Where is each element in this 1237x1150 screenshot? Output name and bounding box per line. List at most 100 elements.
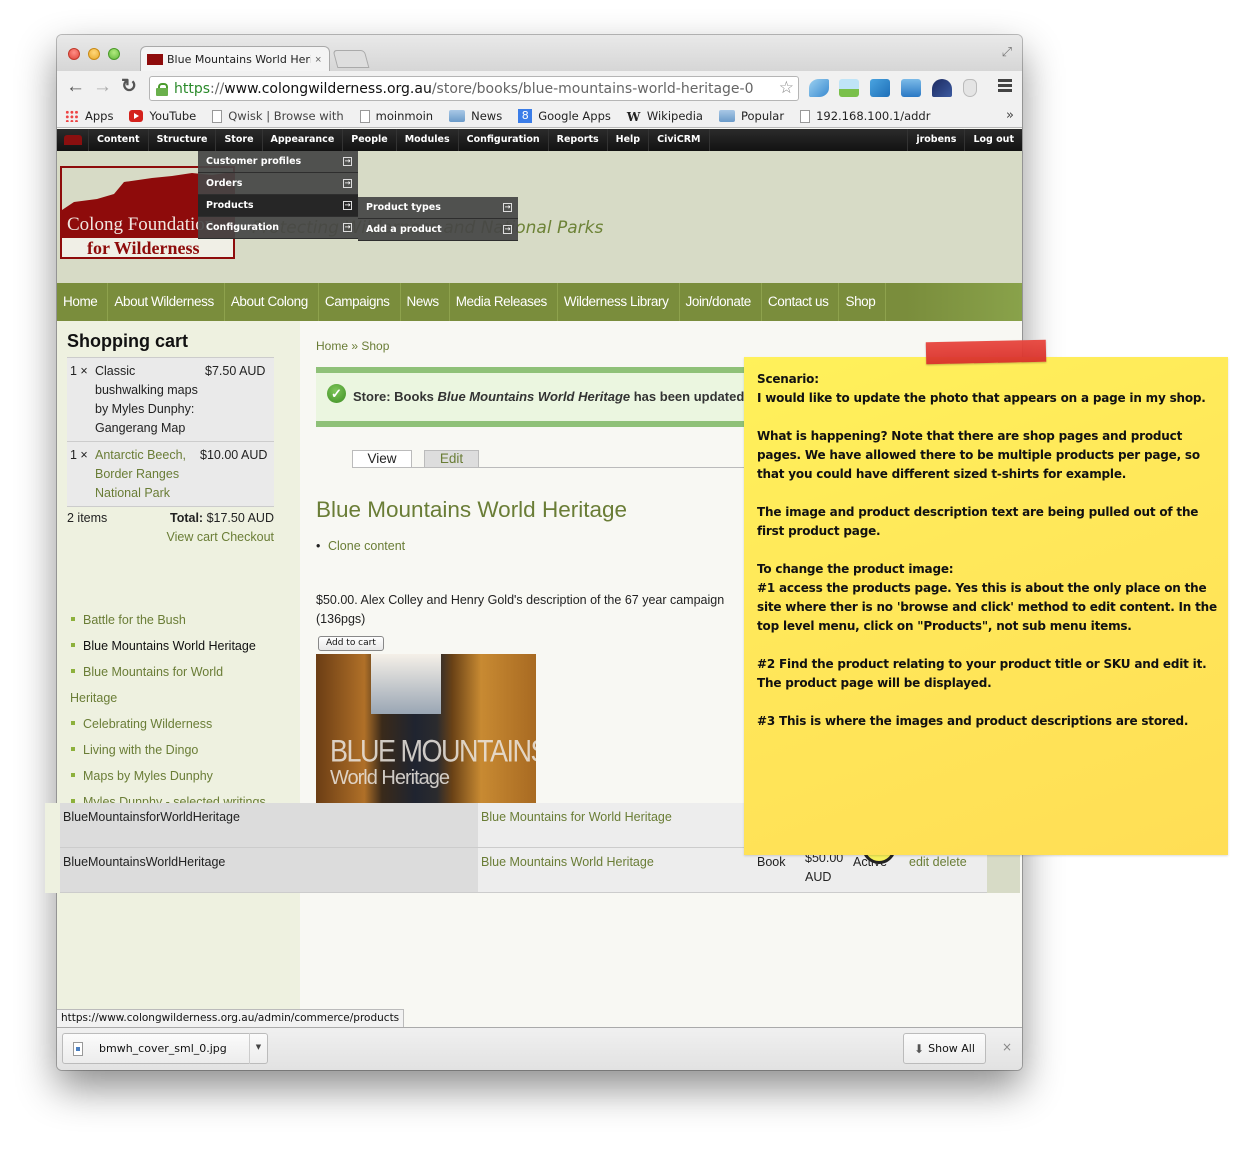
twitter-extension-icon[interactable] xyxy=(809,79,829,97)
admin-menu-help[interactable]: Help xyxy=(608,129,650,151)
admin-menu-structure[interactable]: Structure xyxy=(149,129,217,151)
bookmark-apps[interactable]: Apps xyxy=(65,109,113,123)
screenshot-extension-icon[interactable] xyxy=(901,79,921,97)
admin-logout-link[interactable]: Log out xyxy=(964,129,1022,151)
fullscreen-icon[interactable]: ⤢ xyxy=(1002,44,1012,60)
new-tab-button[interactable] xyxy=(332,50,370,68)
bookmark-star-icon[interactable]: ☆ xyxy=(779,78,794,98)
submenu-arrow-icon: → xyxy=(503,225,512,234)
folder-icon xyxy=(449,110,466,122)
url-host: www.colongwilderness.org.au xyxy=(224,80,432,97)
admin-menu-store[interactable]: Store xyxy=(216,129,263,151)
download-item[interactable]: bmwh_cover_sml_0.jpg ▼ xyxy=(62,1033,268,1064)
bookmark-popular[interactable]: Popular xyxy=(718,109,784,123)
admin-menu-reports[interactable]: Reports xyxy=(549,129,608,151)
admin-menu-content[interactable]: Content xyxy=(89,129,149,151)
nav-campaigns[interactable]: Campaigns xyxy=(319,283,401,321)
nav-wilderness-library[interactable]: Wilderness Library xyxy=(558,283,680,321)
cart-item-link[interactable]: Antarctic Beech, Border Ranges National … xyxy=(95,446,200,503)
admin-user-link[interactable]: jrobens xyxy=(907,129,964,151)
cart-actions: View cart Checkout xyxy=(67,528,274,547)
nav-shop[interactable]: Shop xyxy=(839,283,887,321)
product-description: $50.00. Alex Colley and Henry Gold's des… xyxy=(316,593,725,626)
menu-item-product-types[interactable]: Product types → xyxy=(358,197,518,219)
product-title-link[interactable]: Blue Mountains for World Heritage xyxy=(478,803,754,847)
bookmark-label: YouTube xyxy=(149,109,197,123)
menu-item-add-product[interactable]: Add a product → xyxy=(358,219,518,241)
category-link-continued[interactable]: Heritage xyxy=(70,685,295,711)
menu-item-store-configuration[interactable]: Configuration → xyxy=(198,217,358,239)
show-all-downloads-button[interactable]: ⬇ Show All xyxy=(903,1033,986,1064)
bookmark-youtube[interactable]: YouTube xyxy=(129,109,196,123)
page-icon xyxy=(212,109,223,123)
bookmark-router[interactable]: 192.168.100.1/addr xyxy=(800,109,930,123)
product-title-link[interactable]: Blue Mountains World Heritage xyxy=(478,848,754,892)
admin-menu-appearance[interactable]: Appearance xyxy=(263,129,344,151)
status-suffix: has been updated. xyxy=(630,389,748,404)
note-what-is-happening: What is happening? Note that there are s… xyxy=(757,429,1200,481)
category-link[interactable]: Living with the Dingo xyxy=(70,737,295,763)
address-bar[interactable]: https://www.colongwilderness.org.au/stor… xyxy=(149,76,799,101)
title-bar: Blue Mountains World Heri × ⤢ xyxy=(57,35,1022,72)
more-bookmarks-chevron-icon[interactable]: » xyxy=(1006,108,1014,123)
menu-item-customer-profiles[interactable]: Customer profiles → xyxy=(198,151,358,173)
tab-edit[interactable]: Edit xyxy=(424,450,479,467)
nav-contact-us[interactable]: Contact us xyxy=(762,283,840,321)
speedometer-extension-icon[interactable] xyxy=(932,79,952,97)
nav-join-donate[interactable]: Join/donate xyxy=(680,283,762,321)
admin-menu-bar: Content Structure Store Appearance Peopl… xyxy=(57,129,1022,151)
hamburger-menu-icon[interactable] xyxy=(998,79,1012,92)
tab-close-icon[interactable]: × xyxy=(315,54,321,66)
close-window-button[interactable] xyxy=(68,48,80,60)
checkout-link[interactable]: Checkout xyxy=(221,530,274,544)
bookmark-google-apps[interactable]: 8 Google Apps xyxy=(518,109,611,123)
tab-view[interactable]: View xyxy=(352,450,412,467)
browser-tab[interactable]: Blue Mountains World Heri × xyxy=(140,46,330,72)
bookmark-qwisk[interactable]: Qwisk | Browse with xyxy=(212,109,344,123)
admin-menu-civicrm[interactable]: CiviCRM xyxy=(649,129,710,151)
reload-icon[interactable]: ↻ xyxy=(121,77,137,97)
forward-arrow-icon[interactable]: → xyxy=(93,77,112,97)
menu-item-products[interactable]: Products → xyxy=(198,195,358,217)
minimize-window-button[interactable] xyxy=(88,48,100,60)
nav-about-wilderness[interactable]: About Wilderness xyxy=(108,283,225,321)
clone-content-link[interactable]: Clone content xyxy=(316,539,405,553)
weather-extension-icon[interactable] xyxy=(839,79,859,97)
zoom-window-button[interactable] xyxy=(108,48,120,60)
bookmark-moinmoin[interactable]: moinmoin xyxy=(359,109,433,123)
category-link[interactable]: Battle for the Bush xyxy=(70,607,295,633)
breadcrumb[interactable]: Home » Shop xyxy=(316,339,389,353)
admin-menu-modules[interactable]: Modules xyxy=(397,129,459,151)
edit-product-link[interactable]: edit xyxy=(909,855,929,869)
wikipedia-icon: W xyxy=(626,110,641,124)
nav-home[interactable]: Home xyxy=(57,283,109,321)
delete-product-link[interactable]: delete xyxy=(933,855,967,869)
category-link[interactable]: Celebrating Wilderness xyxy=(70,711,295,737)
logo-text-line2: for Wilderness xyxy=(87,238,200,258)
apps-grid-icon xyxy=(65,110,79,122)
bookmark-wikipedia[interactable]: W Wikipedia xyxy=(626,109,703,124)
favicon-icon xyxy=(147,54,163,65)
sticky-note: Scenario: I would like to update the pho… xyxy=(744,357,1228,855)
bookmark-news[interactable]: News xyxy=(449,109,502,123)
download-options-caret-icon[interactable]: ▼ xyxy=(249,1033,267,1064)
category-link-current[interactable]: Blue Mountains World Heritage xyxy=(70,633,295,659)
category-link[interactable]: Blue Mountains for World xyxy=(70,659,295,685)
nav-news[interactable]: News xyxy=(401,283,450,321)
nav-media-releases[interactable]: Media Releases xyxy=(450,283,558,321)
back-arrow-icon[interactable]: ← xyxy=(66,77,85,97)
show-all-label: Show All xyxy=(928,1042,975,1055)
admin-menu-people[interactable]: People xyxy=(343,129,397,151)
admin-menu-configuration[interactable]: Configuration xyxy=(459,129,549,151)
menu-item-orders[interactable]: Orders → xyxy=(198,173,358,195)
add-to-cart-button[interactable]: Add to cart xyxy=(318,636,384,651)
category-link[interactable]: Maps by Myles Dunphy xyxy=(70,763,295,789)
page-title: Blue Mountains World Heritage xyxy=(316,497,627,522)
mask-extension-icon[interactable] xyxy=(963,79,977,97)
admin-home-icon[interactable] xyxy=(57,129,89,151)
close-downloads-icon[interactable]: × xyxy=(1002,1040,1012,1054)
nav-about-colong[interactable]: About Colong xyxy=(225,283,319,321)
seo-extension-icon[interactable] xyxy=(870,79,890,97)
cart-title: Shopping cart xyxy=(67,331,188,351)
view-cart-link[interactable]: View cart xyxy=(167,530,218,544)
